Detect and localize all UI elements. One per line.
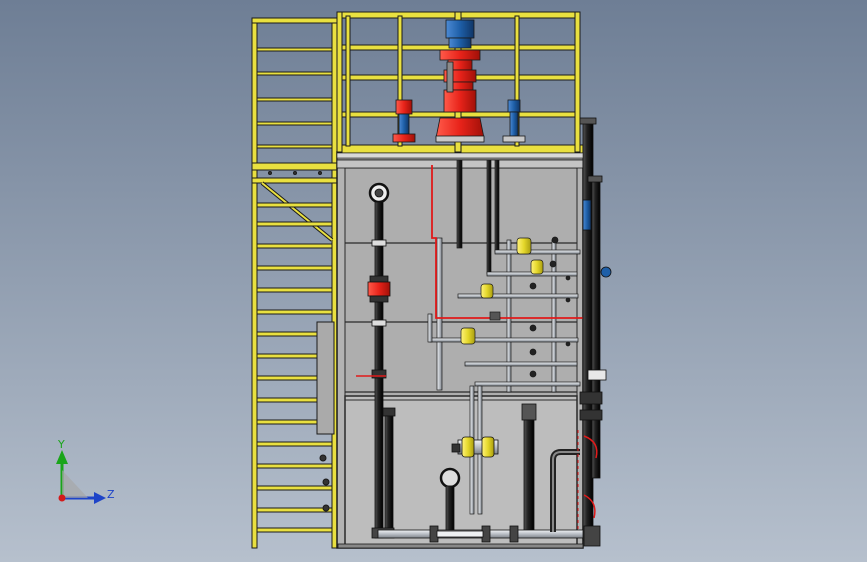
top-deck-grating [336,152,584,159]
triad-plane [62,470,88,498]
y-axis-arrow [56,450,68,464]
coordinate-triad: Y Z [56,440,115,504]
cad-model-view [0,0,867,562]
z-axis-label: Z [107,488,115,501]
y-axis-label: Y [57,440,65,451]
z-axis-arrow [94,492,106,504]
axis-origin [58,494,66,502]
cad-viewport[interactable]: Y Z [0,0,867,562]
